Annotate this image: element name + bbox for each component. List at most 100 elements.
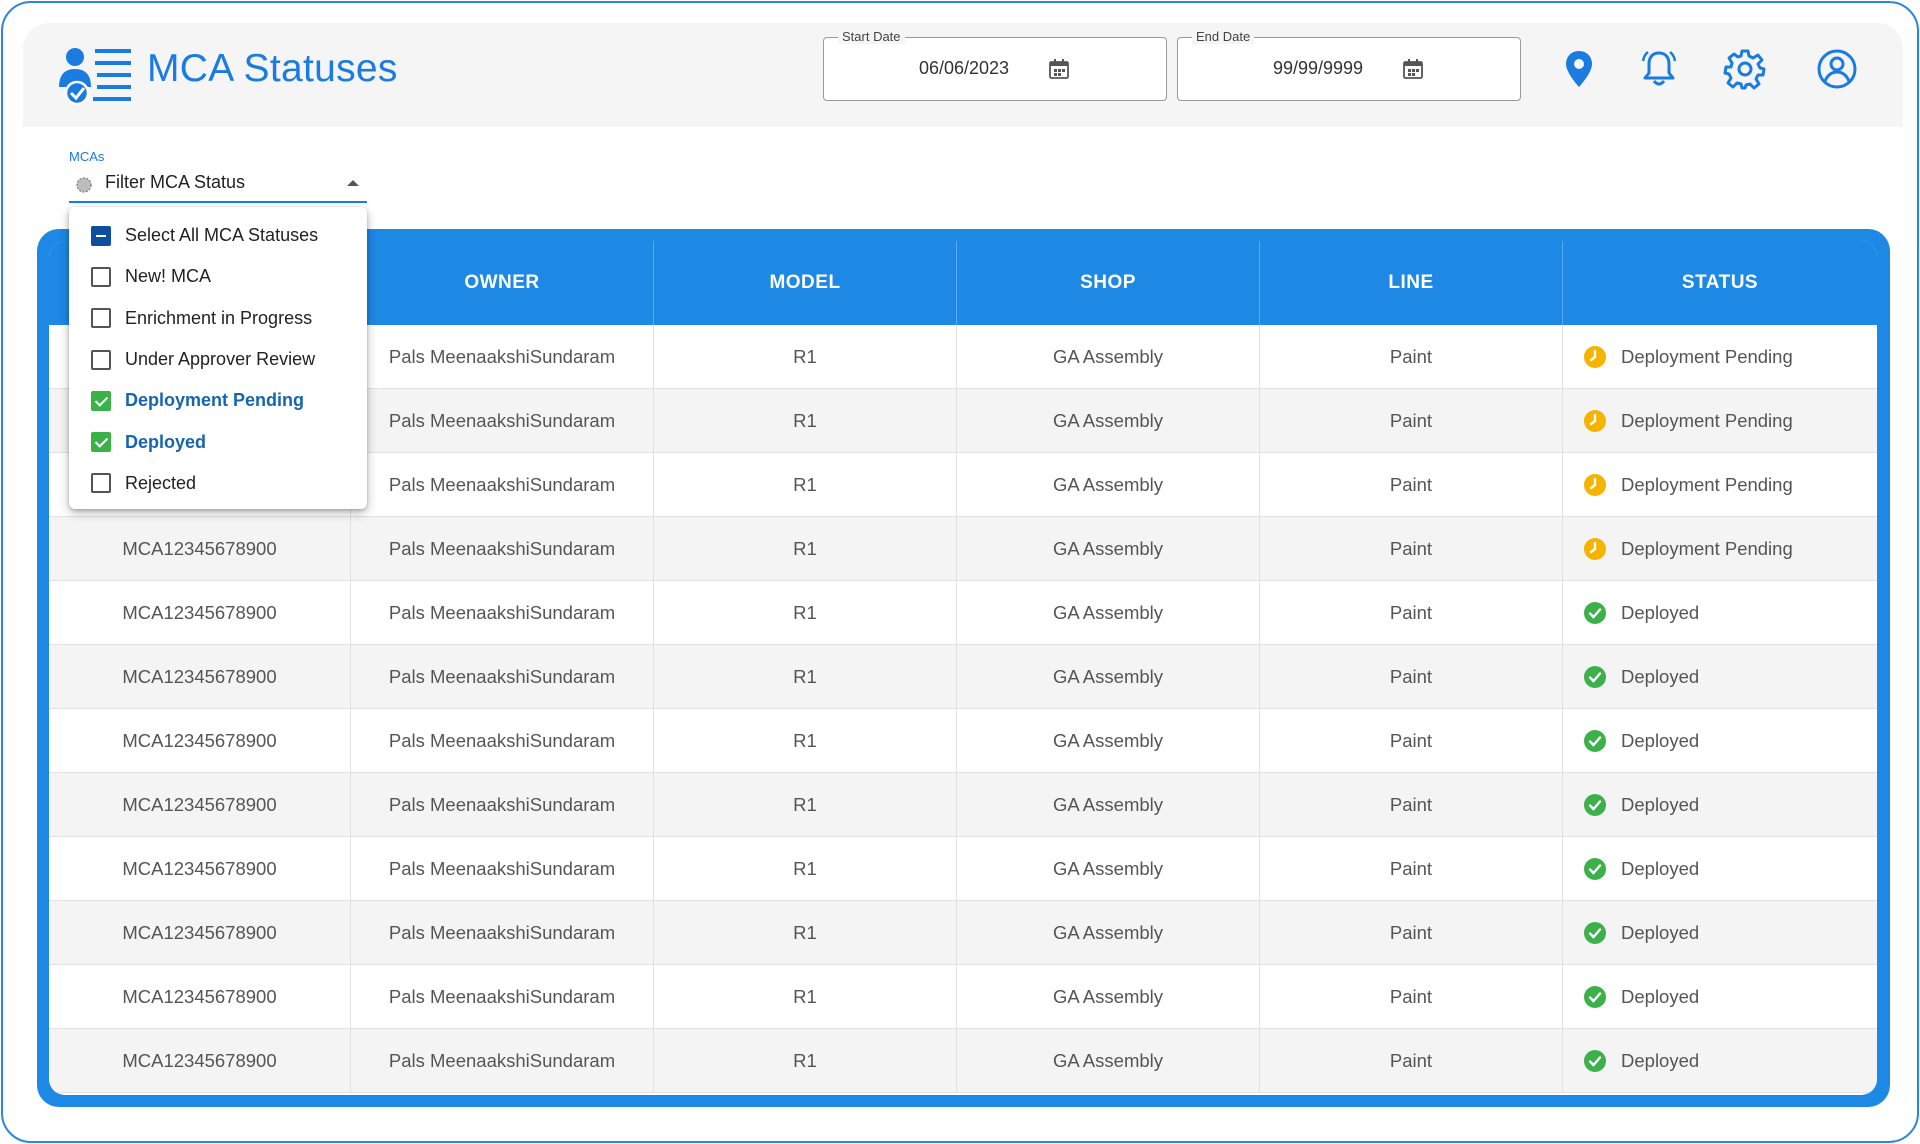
cell-text: GA Assembly: [1052, 1049, 1163, 1071]
filter-option[interactable]: Rejected: [69, 463, 367, 504]
start-date-label: Start Date: [838, 29, 905, 44]
cell-text: Deployed: [1621, 729, 1700, 751]
checkbox[interactable]: [91, 432, 111, 453]
end-date-field[interactable]: End Date 99/99/9999: [1177, 29, 1521, 101]
filter-option[interactable]: Deployed: [69, 421, 367, 462]
shop-cell: GA Assembly: [957, 517, 1260, 580]
mca-id-cell: MCA12345678900: [49, 709, 351, 772]
status-cell: Deployment Pending: [1563, 517, 1877, 580]
cell-text: GA Assembly: [1052, 473, 1163, 495]
check-circle-icon: [1584, 601, 1606, 624]
location-pin-icon[interactable]: [1557, 47, 1601, 91]
mca-id-cell: MCA12345678900: [49, 581, 351, 644]
table-row[interactable]: MCA12345678900 Pals MeenaakshiSundaram R1 G…: [49, 709, 1877, 773]
cell-text: MCA12345678900: [122, 537, 277, 559]
line-cell: Paint: [1260, 645, 1563, 708]
clock-pending-icon: [1584, 537, 1606, 560]
cell-text: Paint: [1389, 409, 1433, 431]
checkbox[interactable]: [91, 473, 111, 494]
calendar-icon[interactable]: [1048, 58, 1070, 80]
shop-cell: GA Assembly: [957, 389, 1260, 452]
model-cell: R1: [654, 773, 957, 836]
model-cell: R1: [654, 709, 957, 772]
checkbox[interactable]: [91, 349, 111, 370]
cell-text: MCA12345678900: [122, 793, 277, 815]
cell-text: R1: [793, 985, 817, 1007]
cell-text: Pals MeenaakshiSundaram: [388, 793, 616, 815]
filter-option[interactable]: Deployment Pending: [69, 380, 367, 421]
checkbox[interactable]: [91, 308, 111, 329]
cell-text: Pals MeenaakshiSundaram: [388, 537, 616, 559]
model-cell: R1: [654, 901, 957, 964]
model-cell: R1: [654, 581, 957, 644]
cell-text: Deployed: [1621, 1049, 1700, 1071]
owner-cell: Pals MeenaakshiSundaram: [351, 965, 654, 1028]
owner-cell: Pals MeenaakshiSundaram: [351, 517, 654, 580]
caret-up-icon[interactable]: [347, 180, 359, 186]
mca-list-logo-icon: [59, 48, 131, 106]
cell-text: Paint: [1389, 793, 1433, 815]
cell-text: MCA12345678900: [122, 729, 277, 751]
filter-option[interactable]: Select All MCA Statuses: [69, 215, 367, 256]
line-cell: Paint: [1260, 453, 1563, 516]
mca-status-filter-select[interactable]: Filter MCA Status: [69, 167, 367, 203]
table-row[interactable]: MCA12345678900 Pals MeenaakshiSundaram R1 G…: [49, 645, 1877, 709]
status-cell: Deployed: [1563, 773, 1877, 836]
cell-text: R1: [793, 665, 817, 687]
filter-option-label: Select All MCA Statuses: [125, 225, 319, 246]
cell-text: Deployed: [1621, 857, 1700, 879]
filter-option-label: New! MCA: [125, 266, 212, 287]
status-cell: Deployment Pending: [1563, 325, 1877, 388]
filter-option[interactable]: Enrichment in Progress: [69, 298, 367, 339]
cell-text: Deployment Pending: [1621, 473, 1793, 495]
table-row[interactable]: MCA12345678900 Pals MeenaakshiSundaram R1 G…: [49, 965, 1877, 1029]
table-row[interactable]: MCA12345678900 Pals MeenaakshiSundaram R1 G…: [49, 901, 1877, 965]
table-row[interactable]: MCA12345678900 Pals MeenaakshiSundaram R1 G…: [49, 773, 1877, 837]
user-account-icon[interactable]: [1815, 47, 1859, 91]
check-circle-icon: [1584, 857, 1606, 880]
cell-text: Deployed: [1621, 601, 1700, 623]
cell-text: GA Assembly: [1052, 729, 1163, 751]
column-header-shop[interactable]: SHOP: [957, 241, 1260, 325]
line-cell: Paint: [1260, 901, 1563, 964]
owner-cell: Pals MeenaakshiSundaram: [351, 837, 654, 900]
filter-option[interactable]: Under Approver Review: [69, 339, 367, 380]
status-cell: Deployed: [1563, 901, 1877, 964]
calendar-icon[interactable]: [1402, 58, 1424, 80]
checkbox[interactable]: [91, 390, 111, 411]
column-header-model[interactable]: MODEL: [654, 241, 957, 325]
notification-bell-icon[interactable]: [1637, 47, 1681, 91]
cell-text: MCA12345678900: [122, 665, 277, 687]
cell-text: Deployed: [1621, 985, 1700, 1007]
start-date-field[interactable]: Start Date 06/06/2023: [823, 29, 1167, 101]
column-header-status[interactable]: STATUS: [1563, 241, 1877, 325]
cell-text: Paint: [1389, 537, 1433, 559]
table-row[interactable]: MCA12345678900 Pals MeenaakshiSundaram R1 G…: [49, 517, 1877, 581]
cell-text: GA Assembly: [1052, 793, 1163, 815]
table-row[interactable]: MCA12345678900 Pals MeenaakshiSundaram R1 G…: [49, 1029, 1877, 1093]
cell-text: GA Assembly: [1052, 345, 1163, 367]
model-cell: R1: [654, 389, 957, 452]
cell-text: R1: [793, 921, 817, 943]
cell-text: Pals MeenaakshiSundaram: [388, 857, 616, 879]
mca-id-cell: MCA12345678900: [49, 901, 351, 964]
table-row[interactable]: MCA12345678900 Pals MeenaakshiSundaram R1 G…: [49, 837, 1877, 901]
cell-text: Deployment Pending: [1621, 409, 1793, 431]
column-header-line[interactable]: LINE: [1260, 241, 1563, 325]
line-cell: Paint: [1260, 517, 1563, 580]
checkbox[interactable]: [91, 225, 111, 246]
shop-cell: GA Assembly: [957, 837, 1260, 900]
owner-cell: Pals MeenaakshiSundaram: [351, 773, 654, 836]
check-circle-icon: [1584, 729, 1606, 752]
cell-text: GA Assembly: [1052, 409, 1163, 431]
gear-icon[interactable]: [1723, 47, 1767, 91]
filter-option[interactable]: New! MCA: [69, 256, 367, 297]
table-row[interactable]: MCA12345678900 Pals MeenaakshiSundaram R1 G…: [49, 581, 1877, 645]
status-cell: Deployed: [1563, 645, 1877, 708]
column-header-owner[interactable]: OWNER: [351, 241, 654, 325]
checkbox[interactable]: [91, 266, 111, 287]
model-cell: R1: [654, 645, 957, 708]
status-cell: Deployment Pending: [1563, 389, 1877, 452]
model-cell: R1: [654, 965, 957, 1028]
cell-text: Paint: [1389, 345, 1433, 367]
